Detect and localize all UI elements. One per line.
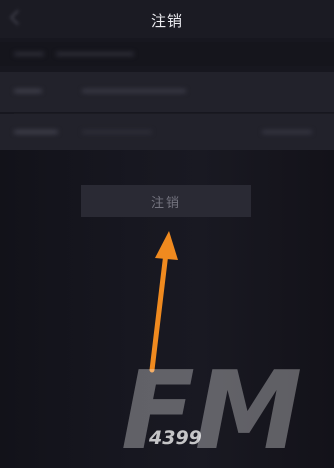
fm-4399-watermark-logo: FM 4399 (121, 349, 302, 466)
watermark-number: 4399 (148, 427, 202, 449)
arrow-head (155, 231, 178, 260)
